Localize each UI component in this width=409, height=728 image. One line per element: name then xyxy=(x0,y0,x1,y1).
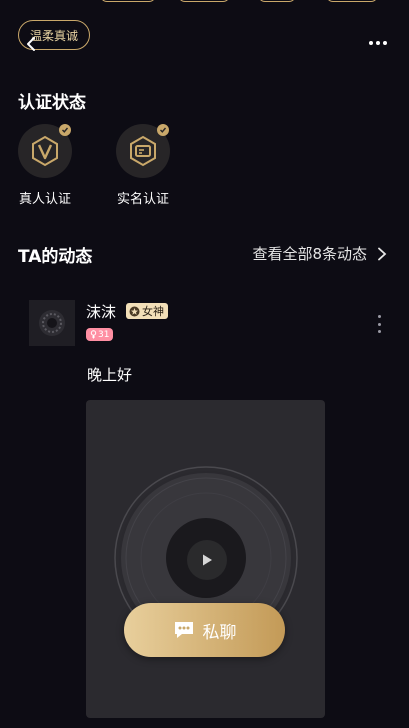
age-badge: 31 xyxy=(86,328,114,341)
dot-icon xyxy=(377,330,381,333)
avatar[interactable] xyxy=(29,300,75,346)
badge-circle xyxy=(18,124,72,178)
dot-icon xyxy=(377,315,381,318)
post-text: 晚上好 xyxy=(87,366,133,384)
hidden-tag-chips xyxy=(0,0,409,2)
moments-title: TA的动态 xyxy=(18,247,93,267)
goddess-star-icon xyxy=(129,306,140,316)
age-value: 31 xyxy=(98,329,110,340)
chevron-right-icon xyxy=(378,247,387,260)
tag-chip xyxy=(258,0,296,2)
more-dots-icon xyxy=(369,41,387,45)
badge-label: 真人认证 xyxy=(18,192,71,207)
play-button[interactable] xyxy=(187,540,227,580)
verified-check-icon xyxy=(157,124,169,136)
back-button[interactable] xyxy=(21,34,41,54)
id-card-icon xyxy=(130,135,156,167)
chevron-left-icon xyxy=(27,37,35,51)
goddess-badge: 女神 xyxy=(126,303,168,319)
female-icon xyxy=(90,330,97,339)
badge-label: 实名认证 xyxy=(116,192,169,207)
badge-circle xyxy=(116,124,170,178)
more-button[interactable] xyxy=(363,31,393,55)
tag-chip xyxy=(100,0,156,2)
private-chat-button[interactable]: 私聊 xyxy=(124,603,285,657)
play-icon xyxy=(203,554,212,566)
certification-title: 认证状态 xyxy=(18,93,86,113)
v-badge-icon xyxy=(32,135,58,167)
chat-label: 私聊 xyxy=(202,622,237,643)
chat-bubble-icon xyxy=(174,622,193,638)
real-name-badge[interactable]: 实名认证 xyxy=(115,124,171,207)
dot-icon xyxy=(377,322,381,326)
view-all-label: 查看全部8条动态 xyxy=(252,245,367,263)
view-all-moments-link[interactable]: 查看全部8条动态 xyxy=(252,243,387,264)
real-person-badge[interactable]: 真人认证 xyxy=(17,124,73,207)
tag-chip xyxy=(326,0,378,2)
post-more-button[interactable] xyxy=(372,315,386,333)
tag-chip xyxy=(178,0,230,2)
avatar-image xyxy=(39,310,65,336)
goddess-badge-label: 女神 xyxy=(142,305,164,318)
post-username[interactable]: 沫沫 xyxy=(86,301,116,322)
verified-check-icon xyxy=(59,124,71,136)
